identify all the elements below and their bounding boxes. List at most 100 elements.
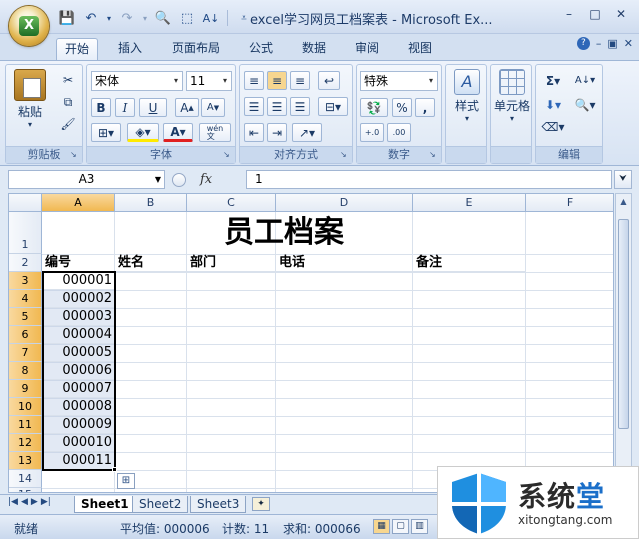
font-launcher-icon[interactable]: ↘ xyxy=(223,150,233,160)
tab-insert[interactable]: 插入 xyxy=(110,38,150,60)
id-cell[interactable]: 000007 xyxy=(42,380,115,398)
id-cell[interactable]: 000001 xyxy=(42,272,115,290)
fill-handle[interactable] xyxy=(112,467,117,472)
cells-button[interactable]: 单元格 ▾ xyxy=(491,69,533,123)
sort-filter-icon[interactable]: A↓▾ xyxy=(570,71,600,90)
row-header-1[interactable]: 1 xyxy=(9,212,42,254)
decrease-decimal-icon[interactable]: .00 xyxy=(387,123,411,142)
save-icon[interactable]: 💾 xyxy=(56,7,78,29)
autosum-icon[interactable]: Σ▾ xyxy=(540,71,566,90)
align-center-icon[interactable]: ☰ xyxy=(267,97,287,116)
last-sheet-icon[interactable]: ▶| xyxy=(41,497,51,507)
name-box[interactable]: A3 ▼ xyxy=(8,170,165,189)
row-header-10[interactable]: 10 xyxy=(9,398,42,416)
expand-formula-bar-icon[interactable]: ⮟ xyxy=(614,170,632,189)
header-cell-dept[interactable]: 部门 xyxy=(187,254,276,272)
row-header-4[interactable]: 4 xyxy=(9,290,42,308)
column-header-c[interactable]: C xyxy=(187,194,276,212)
row-header-14[interactable]: 14 xyxy=(9,470,42,488)
help-icon[interactable]: ? xyxy=(576,37,590,50)
next-sheet-icon[interactable]: ▶ xyxy=(31,497,38,507)
formula-input[interactable]: 1 xyxy=(246,170,612,189)
column-header-e[interactable]: E xyxy=(413,194,526,212)
align-top-icon[interactable]: ≡ xyxy=(244,71,264,90)
fill-icon[interactable]: ⬇▾ xyxy=(540,95,566,114)
redo-icon[interactable]: ↷ xyxy=(116,7,138,29)
header-cell-name[interactable]: 姓名 xyxy=(115,254,187,272)
undo-icon[interactable]: ↶ xyxy=(80,7,102,29)
column-header-d[interactable]: D xyxy=(276,194,413,212)
clear-icon[interactable]: ⌫▾ xyxy=(540,117,566,136)
fill-color-icon[interactable]: ◈▾ xyxy=(127,123,159,142)
italic-button[interactable]: I xyxy=(115,98,135,117)
cut-icon[interactable]: ✂ xyxy=(58,71,78,89)
redo-dropdown-icon[interactable]: ▾ xyxy=(140,7,150,29)
id-cell[interactable]: 000011 xyxy=(42,452,115,470)
id-cell[interactable]: 000008 xyxy=(42,398,115,416)
merge-center-icon[interactable]: ⊟▾ xyxy=(318,97,348,116)
sheet-tab-sheet1[interactable]: Sheet1 xyxy=(74,496,136,513)
page-layout-view-icon[interactable]: ▢ xyxy=(392,519,409,534)
select-all-corner[interactable] xyxy=(9,194,42,212)
tab-formulas[interactable]: 公式 xyxy=(241,38,281,60)
minimize-workbook-icon[interactable]: – xyxy=(596,37,602,50)
shrink-font-icon[interactable]: A ▼ xyxy=(201,98,225,117)
tab-home[interactable]: 开始 xyxy=(56,38,99,60)
sheet-tab-sheet3[interactable]: Sheet3 xyxy=(190,496,247,513)
row-header-2[interactable]: 2 xyxy=(9,254,42,272)
styles-button[interactable]: A 样式 ▾ xyxy=(448,69,486,123)
row-header-12[interactable]: 12 xyxy=(9,434,42,452)
align-right-icon[interactable]: ☰ xyxy=(290,97,310,116)
row-header-6[interactable]: 6 xyxy=(9,326,42,344)
align-left-icon[interactable]: ☰ xyxy=(244,97,264,116)
tab-data[interactable]: 数据 xyxy=(294,38,334,60)
font-name-combo[interactable]: 宋体 ▾ xyxy=(91,71,183,91)
sheet-tab-sheet2[interactable]: Sheet2 xyxy=(132,496,189,513)
alignment-launcher-icon[interactable]: ↘ xyxy=(340,150,350,160)
percent-button[interactable]: % xyxy=(392,98,412,117)
scroll-up-icon[interactable]: ▲ xyxy=(616,194,631,209)
column-header-b[interactable]: B xyxy=(115,194,187,212)
insert-function-button[interactable]: fx xyxy=(200,172,212,187)
id-cell[interactable]: 000006 xyxy=(42,362,115,380)
select-icon[interactable]: ⬚ xyxy=(176,7,198,29)
decrease-indent-icon[interactable]: ⇤ xyxy=(244,123,264,142)
header-cell-id[interactable]: 编号 xyxy=(42,254,115,272)
tab-page-layout[interactable]: 页面布局 xyxy=(164,38,228,60)
tab-review[interactable]: 审阅 xyxy=(347,38,387,60)
print-preview-icon[interactable]: 🔍 xyxy=(152,7,174,29)
increase-decimal-icon[interactable]: +.0 xyxy=(360,123,384,142)
office-button[interactable]: X xyxy=(9,6,49,46)
id-cell[interactable]: 000002 xyxy=(42,290,115,308)
number-launcher-icon[interactable]: ↘ xyxy=(429,150,439,160)
clipboard-launcher-icon[interactable]: ↘ xyxy=(70,150,80,160)
comma-button[interactable]: , xyxy=(415,98,435,117)
find-select-icon[interactable]: 🔍▾ xyxy=(570,95,600,114)
restore-workbook-icon[interactable]: ▣ xyxy=(607,37,617,50)
sort-icon[interactable]: A↓ xyxy=(200,7,222,29)
format-painter-icon[interactable]: 🖌 xyxy=(58,115,78,133)
insert-sheet-icon[interactable]: ✦ xyxy=(252,497,270,511)
maximize-button[interactable]: □ xyxy=(583,5,607,23)
row-header-13[interactable]: 13 xyxy=(9,452,42,470)
id-cell[interactable]: 000003 xyxy=(42,308,115,326)
undo-dropdown-icon[interactable]: ▾ xyxy=(104,7,114,29)
autofill-options-icon[interactable]: ⊞ xyxy=(117,473,135,489)
worksheet-grid[interactable]: A B C D E F 1 2 3 4 5 6 7 8 9 10 11 12 1… xyxy=(8,193,614,493)
row-header-7[interactable]: 7 xyxy=(9,344,42,362)
font-size-combo[interactable]: 11 ▾ xyxy=(186,71,232,91)
sheet-title-cell[interactable]: 员工档案 xyxy=(42,214,526,254)
paste-button[interactable]: 粘贴 ▾ xyxy=(10,69,50,129)
row-header-8[interactable]: 8 xyxy=(9,362,42,380)
font-color-icon[interactable]: A▾ xyxy=(163,123,193,142)
row-header-3[interactable]: 3 xyxy=(9,272,42,290)
close-workbook-icon[interactable]: ✕ xyxy=(624,37,633,50)
align-bottom-icon[interactable]: ≡ xyxy=(290,71,310,90)
increase-indent-icon[interactable]: ⇥ xyxy=(267,123,287,142)
page-break-view-icon[interactable]: ▥ xyxy=(411,519,428,534)
grow-font-icon[interactable]: A ▲ xyxy=(175,98,199,117)
row-header-5[interactable]: 5 xyxy=(9,308,42,326)
row-header-15[interactable]: 15 xyxy=(9,488,42,492)
close-button[interactable]: ✕ xyxy=(609,5,633,23)
underline-button[interactable]: U xyxy=(139,98,167,117)
